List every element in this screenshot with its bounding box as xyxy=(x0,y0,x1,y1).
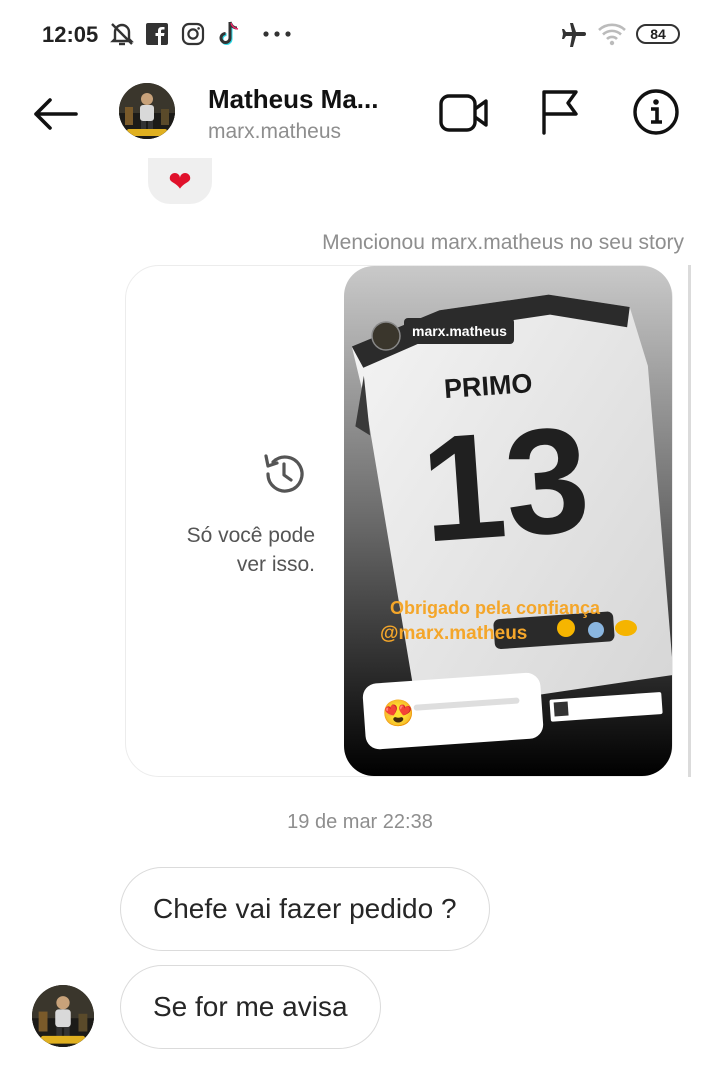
sparkle-sticker xyxy=(557,619,575,637)
avatar[interactable] xyxy=(119,83,175,139)
message-bubble[interactable]: Se for me avisa xyxy=(120,965,381,1049)
muted-bell-icon xyxy=(110,23,134,46)
message-text: Chefe vai fazer pedido ? xyxy=(153,893,457,924)
sender-avatar[interactable] xyxy=(32,985,94,1047)
instagram-icon xyxy=(181,22,205,46)
emoji-slider-emoji: 😍 xyxy=(382,698,414,728)
contact-username[interactable]: marx.matheus xyxy=(208,120,341,144)
more-dots-icon xyxy=(263,31,291,37)
heart-reaction-bubble[interactable]: ❤ xyxy=(148,158,212,204)
story-caption-line2: @marx.matheus xyxy=(380,623,527,644)
info-icon[interactable] xyxy=(632,88,680,136)
heart-icon: ❤ xyxy=(168,165,192,197)
story-mention-note: Mencionou marx.matheus no seu story xyxy=(322,231,684,254)
avatar-photo xyxy=(119,83,175,139)
story-overlay-avatar xyxy=(371,321,401,351)
airplane-icon xyxy=(562,23,586,47)
flag-icon[interactable] xyxy=(538,87,582,137)
status-bar: 12:05 84 xyxy=(0,0,720,70)
contact-name[interactable]: Matheus Ma... xyxy=(208,84,378,115)
facebook-icon xyxy=(146,23,168,45)
conversation-header: Matheus Ma... marx.matheus xyxy=(0,70,720,160)
story-image: marx.matheus PRIMO 13 Obrigado pela conf… xyxy=(344,266,672,776)
back-arrow-icon[interactable] xyxy=(28,92,84,136)
jersey-number: 13 xyxy=(416,394,594,573)
status-time: 12:05 xyxy=(42,22,99,47)
sticker xyxy=(588,622,604,638)
sticker xyxy=(615,620,637,636)
message-bubble[interactable]: Chefe vai fazer pedido ? xyxy=(120,867,490,951)
story-overlay-username: marx.matheus xyxy=(412,323,507,339)
private-notice-text: Só você pode ver isso. xyxy=(186,524,315,576)
story-caption-line1: Obrigado pela confiança xyxy=(390,598,601,618)
message-text: Se for me avisa xyxy=(153,991,348,1022)
tiktok-icon xyxy=(219,21,239,45)
history-icon xyxy=(263,454,304,493)
story-thumbnail[interactable]: marx.matheus PRIMO 13 Obrigado pela conf… xyxy=(344,266,672,776)
story-private-notice: Só você pode ver isso. xyxy=(140,450,315,579)
avatar-photo xyxy=(32,985,94,1047)
story-card-divider xyxy=(688,265,691,777)
wifi-icon xyxy=(598,23,626,46)
message-timestamp: 19 de mar 22:38 xyxy=(287,811,433,833)
video-call-icon[interactable] xyxy=(438,89,490,137)
battery-icon: 84 xyxy=(636,24,680,44)
